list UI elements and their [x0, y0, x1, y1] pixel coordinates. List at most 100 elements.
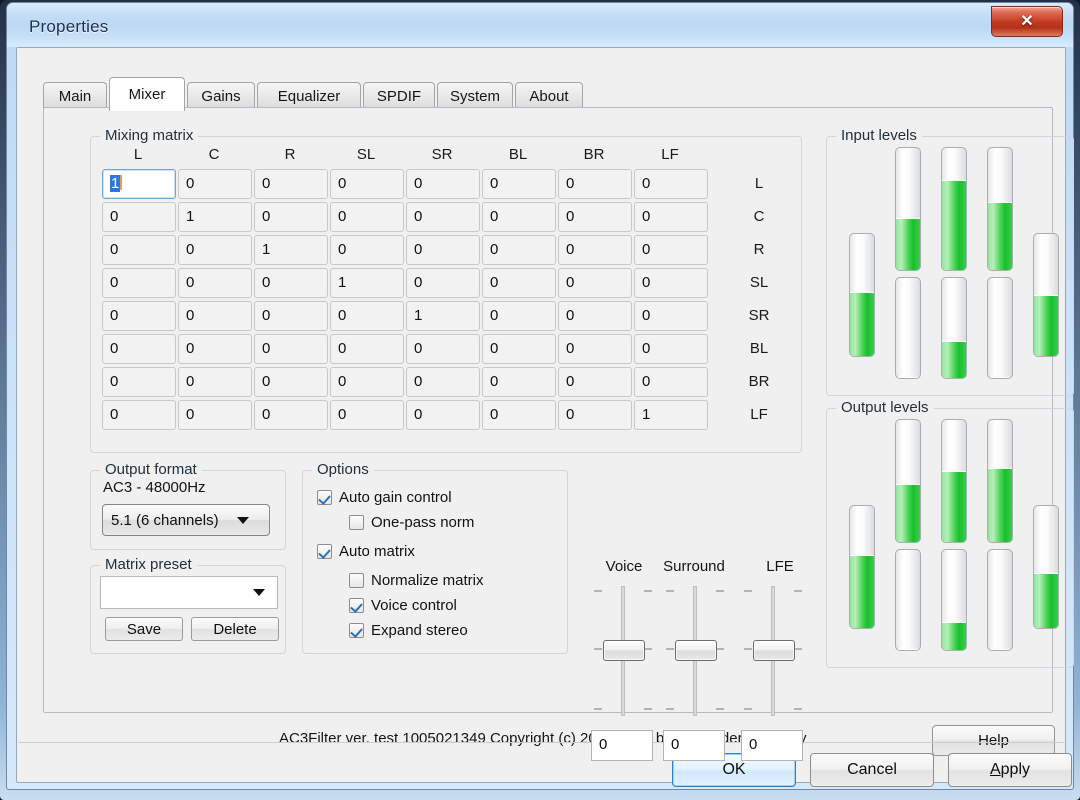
matrix-cell-1-7[interactable]: 0	[634, 202, 708, 232]
matrix-cell-3-3[interactable]: 1	[330, 268, 404, 298]
matrix-cell-3-5[interactable]: 0	[482, 268, 556, 298]
matrix-cell-6-5[interactable]: 0	[482, 367, 556, 397]
matrix-cell-7-0[interactable]: 0	[102, 400, 176, 430]
matrix-cell-6-7[interactable]: 0	[634, 367, 708, 397]
matrix-cell-7-6[interactable]: 0	[558, 400, 632, 430]
matrix-cell-1-4[interactable]: 0	[406, 202, 480, 232]
checkbox-icon[interactable]	[317, 490, 332, 505]
matrix-cell-6-2[interactable]: 0	[254, 367, 328, 397]
delete-button[interactable]: Delete	[191, 617, 279, 641]
cancel-button[interactable]: Cancel	[810, 753, 934, 787]
checkbox-icon[interactable]	[317, 544, 332, 559]
slider-surround[interactable]	[664, 586, 726, 716]
matrix-cell-0-4[interactable]: 0	[406, 169, 480, 199]
matrix-cell-6-3[interactable]: 0	[330, 367, 404, 397]
option-one-pass-norm[interactable]: One-pass norm	[349, 514, 474, 531]
matrix-cell-1-5[interactable]: 0	[482, 202, 556, 232]
matrix-cell-3-7[interactable]: 0	[634, 268, 708, 298]
checkbox-icon[interactable]	[349, 573, 364, 588]
matrix-cell-3-2[interactable]: 0	[254, 268, 328, 298]
apply-button[interactable]: Apply	[948, 753, 1072, 787]
slider-value-voice[interactable]: 0	[591, 730, 653, 761]
option-auto-matrix[interactable]: Auto matrix	[317, 543, 415, 560]
slider-voice[interactable]	[592, 586, 654, 716]
matrix-cell-7-5[interactable]: 0	[482, 400, 556, 430]
option-normalize-matrix[interactable]: Normalize matrix	[349, 572, 484, 589]
channels-select[interactable]: 5.1 (6 channels)	[102, 504, 270, 536]
option-expand-stereo[interactable]: Expand stereo	[349, 622, 468, 639]
matrix-cell-7-4[interactable]: 0	[406, 400, 480, 430]
matrix-cell-6-0[interactable]: 0	[102, 367, 176, 397]
matrix-cell-5-7[interactable]: 0	[634, 334, 708, 364]
slider-lfe[interactable]	[742, 586, 804, 716]
matrix-cell-2-4[interactable]: 0	[406, 235, 480, 265]
matrix-cell-3-6[interactable]: 0	[558, 268, 632, 298]
matrix-cell-4-4[interactable]: 1	[406, 301, 480, 331]
matrix-cell-7-3[interactable]: 0	[330, 400, 404, 430]
checkbox-icon[interactable]	[349, 598, 364, 613]
matrix-cell-0-7[interactable]: 0	[634, 169, 708, 199]
matrix-cell-5-0[interactable]: 0	[102, 334, 176, 364]
tab-system[interactable]: System	[437, 82, 513, 109]
matrix-cell-4-0[interactable]: 0	[102, 301, 176, 331]
slider-value-surround[interactable]: 0	[663, 730, 725, 761]
matrix-cell-2-5[interactable]: 0	[482, 235, 556, 265]
matrix-cell-1-2[interactable]: 0	[254, 202, 328, 232]
matrix-cell-5-6[interactable]: 0	[558, 334, 632, 364]
matrix-cell-5-5[interactable]: 0	[482, 334, 556, 364]
matrix-cell-0-2[interactable]: 0	[254, 169, 328, 199]
matrix-cell-1-6[interactable]: 0	[558, 202, 632, 232]
matrix-cell-5-3[interactable]: 0	[330, 334, 404, 364]
matrix-cell-2-6[interactable]: 0	[558, 235, 632, 265]
slider-thumb[interactable]	[753, 640, 795, 661]
matrix-cell-2-7[interactable]: 0	[634, 235, 708, 265]
matrix-cell-0-6[interactable]: 0	[558, 169, 632, 199]
matrix-cell-0-5[interactable]: 0	[482, 169, 556, 199]
matrix-cell-3-1[interactable]: 0	[178, 268, 252, 298]
matrix-cell-6-1[interactable]: 0	[178, 367, 252, 397]
matrix-cell-0-0[interactable]: 1	[102, 169, 176, 199]
matrix-cell-5-4[interactable]: 0	[406, 334, 480, 364]
matrix-cell-1-3[interactable]: 0	[330, 202, 404, 232]
tab-main[interactable]: Main	[43, 82, 107, 109]
matrix-cell-4-2[interactable]: 0	[254, 301, 328, 331]
save-button[interactable]: Save	[105, 617, 183, 641]
matrix-cell-2-2[interactable]: 1	[254, 235, 328, 265]
matrix-cell-3-4[interactable]: 0	[406, 268, 480, 298]
tab-spdif[interactable]: SPDIF	[363, 82, 435, 109]
tab-equalizer[interactable]: Equalizer	[257, 82, 361, 109]
matrix-cell-7-2[interactable]: 0	[254, 400, 328, 430]
matrix-cell-0-3[interactable]: 0	[330, 169, 404, 199]
matrix-cell-2-3[interactable]: 0	[330, 235, 404, 265]
slider-value-lfe[interactable]: 0	[741, 730, 803, 761]
slider-thumb[interactable]	[603, 640, 645, 661]
help-button[interactable]: Help	[932, 725, 1055, 756]
close-icon[interactable]: ✕	[991, 6, 1063, 37]
matrix-cell-6-4[interactable]: 0	[406, 367, 480, 397]
matrix-cell-4-5[interactable]: 0	[482, 301, 556, 331]
matrix-cell-5-2[interactable]: 0	[254, 334, 328, 364]
matrix-preset-combo[interactable]	[100, 576, 278, 609]
option-auto-gain-control[interactable]: Auto gain control	[317, 489, 452, 506]
matrix-cell-3-0[interactable]: 0	[102, 268, 176, 298]
tab-mixer[interactable]: Mixer	[109, 77, 185, 111]
matrix-cell-5-1[interactable]: 0	[178, 334, 252, 364]
checkbox-icon[interactable]	[349, 623, 364, 638]
matrix-cell-4-3[interactable]: 0	[330, 301, 404, 331]
matrix-cell-2-1[interactable]: 0	[178, 235, 252, 265]
matrix-cell-4-7[interactable]: 0	[634, 301, 708, 331]
matrix-cell-1-0[interactable]: 0	[102, 202, 176, 232]
checkbox-icon[interactable]	[349, 515, 364, 530]
tab-gains[interactable]: Gains	[187, 82, 255, 109]
matrix-cell-1-1[interactable]: 1	[178, 202, 252, 232]
slider-thumb[interactable]	[675, 640, 717, 661]
matrix-cell-7-1[interactable]: 0	[178, 400, 252, 430]
matrix-cell-6-6[interactable]: 0	[558, 367, 632, 397]
matrix-cell-2-0[interactable]: 0	[102, 235, 176, 265]
matrix-cell-4-6[interactable]: 0	[558, 301, 632, 331]
option-voice-control[interactable]: Voice control	[349, 597, 457, 614]
tab-about[interactable]: About	[515, 82, 583, 109]
matrix-cell-7-7[interactable]: 1	[634, 400, 708, 430]
matrix-cell-4-1[interactable]: 0	[178, 301, 252, 331]
matrix-cell-0-1[interactable]: 0	[178, 169, 252, 199]
